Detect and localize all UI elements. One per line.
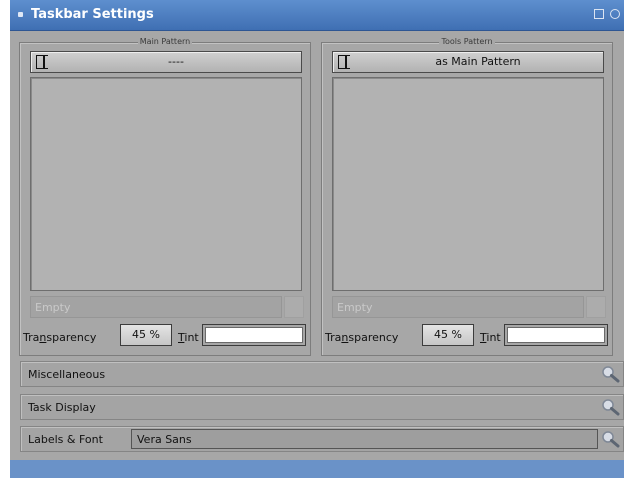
tools-pattern-button-label: as Main Pattern [435,55,521,68]
main-transparency-label-rest: sparency [46,331,97,344]
main-pattern-button-label: ---- [168,55,184,68]
miscellaneous-section[interactable]: Miscellaneous [20,361,624,387]
main-transparency-button[interactable]: 45 % [120,324,172,346]
pattern-icon [36,55,48,69]
labels-font-section[interactable]: Labels & Font Vera Sans [20,426,624,452]
main-pattern-title: Main Pattern [137,37,193,46]
main-tint-label: Tint [178,331,199,344]
main-tint-label-rest: int [184,331,199,344]
main-pattern-empty-text: Empty [35,301,71,314]
main-tint-swatch [205,327,303,343]
magnifier-icon[interactable] [599,429,621,449]
main-tint-color-button[interactable] [202,324,306,346]
tools-pattern-title: Tools Pattern [439,37,495,46]
font-field[interactable]: Vera Sans [131,429,598,449]
tools-transparency-label: Transparency [325,331,398,344]
main-pattern-group: Main Pattern ---- Empty Transparency 45 … [19,37,311,356]
tools-tint-color-button[interactable] [504,324,608,346]
window-title: Taskbar Settings [31,7,154,22]
tools-pattern-preview [332,77,604,291]
tools-tint-label: Tint [480,331,501,344]
taskbar-settings-window: Taskbar Settings Main Pattern ---- Empty… [10,0,624,478]
bottom-strip [10,460,624,478]
tools-transparency-button[interactable]: 45 % [422,324,474,346]
title-bar[interactable]: Taskbar Settings [10,0,624,31]
tools-pattern-button[interactable]: as Main Pattern [332,51,604,73]
tools-pattern-empty-text: Empty [337,301,373,314]
main-pattern-empty-field: Empty [30,296,282,318]
tools-pattern-group: Tools Pattern as Main Pattern Empty Tran… [321,37,613,356]
magnifier-icon[interactable] [599,364,621,384]
tools-pattern-empty-field: Empty [332,296,584,318]
tools-transparency-label-rest: sparency [348,331,399,344]
main-transparency-label: Transparency [23,331,96,344]
main-pattern-button[interactable]: ---- [30,51,302,73]
maximize-icon[interactable] [594,9,604,19]
magnifier-icon[interactable] [599,397,621,417]
font-value: Vera Sans [137,433,192,446]
tools-transparency-label-part: Tra [325,331,342,344]
pattern-icon [338,55,350,69]
main-pattern-preview [30,77,302,291]
window-menu-icon[interactable] [18,12,23,17]
tools-tint-label-rest: int [486,331,501,344]
main-pattern-clear-button [284,296,304,318]
miscellaneous-label: Miscellaneous [28,368,106,381]
close-icon[interactable] [610,9,620,19]
labels-font-label: Labels & Font [28,433,103,446]
task-display-section[interactable]: Task Display [20,394,624,420]
task-display-label: Task Display [28,401,96,414]
main-transparency-label-part: Tra [23,331,40,344]
tools-pattern-clear-button [586,296,606,318]
tools-tint-swatch [507,327,605,343]
